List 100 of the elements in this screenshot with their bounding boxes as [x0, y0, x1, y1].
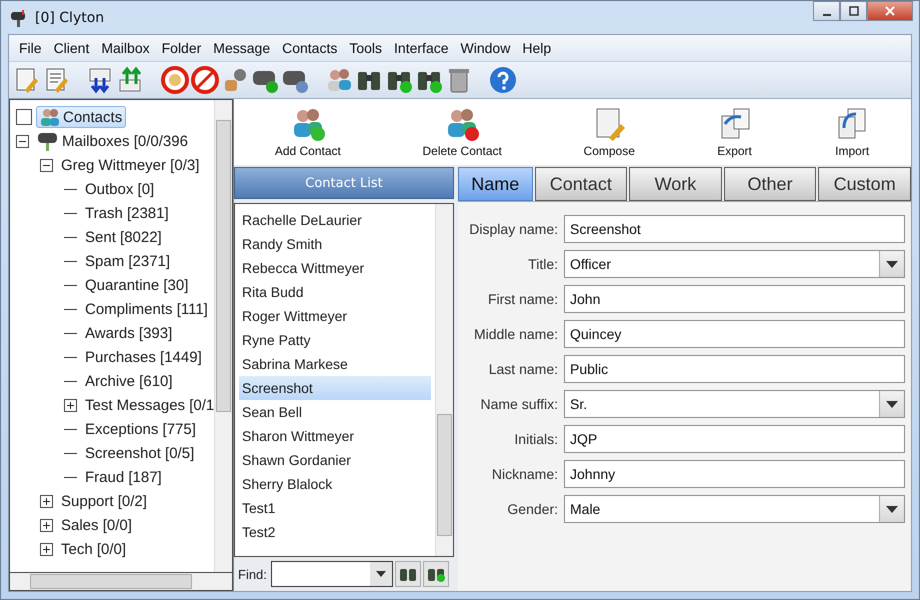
list-item[interactable]: Sherry Blalock	[239, 472, 431, 496]
scrollbar[interactable]	[9, 572, 233, 591]
toolbar-button[interactable]: Export	[712, 106, 757, 158]
dropdown[interactable]: Male	[564, 495, 905, 523]
field-label: First name:	[486, 291, 558, 307]
input-field[interactable]: John	[564, 285, 905, 313]
list-item[interactable]: Test2	[239, 520, 431, 544]
list-item[interactable]: Sharon Wittmeyer	[239, 424, 431, 448]
input-field[interactable]: Johnny	[564, 460, 905, 488]
find-button[interactable]	[394, 561, 421, 587]
menu-item[interactable]: Folder	[156, 40, 208, 56]
field-label: Gender:	[506, 501, 558, 517]
tree-item[interactable]: Contacts	[36, 106, 126, 128]
field-label: Initials:	[513, 431, 558, 447]
menu-item[interactable]: Client	[48, 40, 96, 56]
input-field[interactable]: Public	[564, 355, 905, 383]
binoculars-icon	[398, 566, 417, 582]
tree-item[interactable]: Purchases [1449]	[81, 346, 206, 368]
list-item[interactable]: Rebecca Wittmeyer	[239, 256, 431, 280]
tree-item[interactable]: Awards [393]	[81, 322, 176, 344]
maximize-button[interactable]	[840, 1, 867, 21]
close-button[interactable]	[867, 1, 913, 21]
field-label: Name suffix:	[479, 396, 558, 412]
tree-item[interactable]: Fraud [187]	[81, 466, 166, 488]
tree-item[interactable]: Mailboxes [0/0/396	[33, 129, 192, 153]
expand-icon[interactable]	[40, 518, 53, 532]
checkbox[interactable]	[16, 109, 32, 125]
field-label: Title:	[527, 256, 558, 272]
list-item[interactable]: Roger Wittmeyer	[239, 304, 431, 328]
toolbar-button[interactable]: Delete Contact	[418, 106, 506, 158]
search-field[interactable]	[270, 561, 393, 587]
tree-item[interactable]: Sent [8022]	[81, 226, 166, 248]
tree-item[interactable]: Tech [0/0]	[57, 538, 130, 560]
field-label: Nickname:	[490, 466, 558, 482]
tab[interactable]: Contact	[534, 167, 628, 201]
list-item[interactable]: Randy Smith	[239, 232, 431, 256]
tree-item[interactable]: Greg Wittmeyer [0/3]	[57, 154, 204, 176]
menu-item[interactable]: Help	[516, 40, 558, 56]
field-label: Display name:	[468, 221, 558, 237]
field-label: Last name:	[488, 361, 558, 377]
dropdown[interactable]: Officer	[564, 250, 905, 278]
toolbar-button[interactable]: Import	[830, 106, 874, 158]
menu-item[interactable]: Message	[207, 40, 276, 56]
tab[interactable]: Other	[724, 167, 816, 201]
tree-item[interactable]: Spam [2371]	[81, 250, 174, 272]
tree-item[interactable]: Archive [610]	[81, 370, 177, 392]
field-label: Find:	[238, 566, 267, 582]
dropdown-arrow-icon	[886, 260, 898, 268]
dropdown-arrow-icon	[886, 506, 898, 512]
find-next-button[interactable]	[422, 561, 449, 587]
input-field[interactable]: Quincey	[564, 320, 905, 348]
menu-item[interactable]: Interface	[388, 40, 455, 56]
list-item[interactable]: Sabrina Markese	[239, 352, 431, 376]
find-next-icon	[426, 566, 445, 582]
tab[interactable]: Custom	[818, 167, 911, 201]
list-item[interactable]: Ryne Patty	[239, 328, 431, 352]
maximize-icon	[848, 6, 858, 16]
expand-icon[interactable]	[64, 398, 77, 412]
collapse-icon[interactable]	[40, 158, 53, 172]
window-title: [0] Clyton	[35, 10, 104, 26]
menu-item[interactable]: Tools	[343, 40, 388, 56]
list-item[interactable]: Screenshot	[239, 376, 431, 400]
tab[interactable]: Name	[458, 167, 532, 201]
menu-item[interactable]: Contacts	[276, 40, 344, 56]
field-label: Middle name:	[472, 326, 558, 342]
panel-header: Contact List	[234, 167, 454, 199]
collapse-icon[interactable]	[16, 134, 29, 148]
tree-item[interactable]: Compliments [111]	[81, 298, 212, 320]
mailbox-icon	[37, 131, 59, 151]
tree-item[interactable]: Trash [2381]	[81, 202, 173, 224]
expand-icon[interactable]	[40, 542, 53, 556]
dropdown[interactable]: Sr.	[564, 390, 905, 418]
input-field[interactable]: Screenshot	[564, 215, 905, 243]
menu-item[interactable]: Window	[454, 40, 516, 56]
menu-item[interactable]: File	[13, 40, 48, 56]
minimize-icon	[822, 14, 830, 16]
list-item[interactable]: Rachelle DeLaurier	[239, 208, 431, 232]
dropdown-arrow-icon[interactable]	[376, 571, 386, 577]
expand-icon[interactable]	[40, 494, 53, 508]
tree-item[interactable]: Quarantine [30]	[81, 274, 192, 296]
block-icon[interactable]	[161, 66, 189, 94]
close-icon	[884, 5, 896, 17]
tree-item[interactable]: Sales [0/0]	[57, 514, 136, 536]
tree-item[interactable]: Test Messages [0/1	[81, 394, 214, 416]
tree-item[interactable]: Exceptions [775]	[81, 418, 200, 440]
list-item[interactable]: Rita Budd	[239, 280, 431, 304]
toolbar-button[interactable]: Compose	[580, 106, 639, 158]
tree-item[interactable]: Outbox [0]	[81, 178, 158, 200]
tree-item[interactable]: Support [0/2]	[57, 490, 151, 512]
minimize-button[interactable]	[813, 1, 840, 21]
help-icon[interactable]	[489, 66, 517, 94]
people-icon	[40, 108, 60, 126]
menu-item[interactable]: Mailbox	[95, 40, 156, 56]
toolbar-button[interactable]: Add Contact	[270, 106, 345, 158]
list-item[interactable]: Sean Bell	[239, 400, 431, 424]
list-item[interactable]: Test1	[239, 496, 431, 520]
tree-item[interactable]: Screenshot [0/5]	[81, 442, 198, 464]
list-item[interactable]: Shawn Gordanier	[239, 448, 431, 472]
input-field[interactable]: JQP	[564, 425, 905, 453]
tab[interactable]: Work	[629, 167, 722, 201]
